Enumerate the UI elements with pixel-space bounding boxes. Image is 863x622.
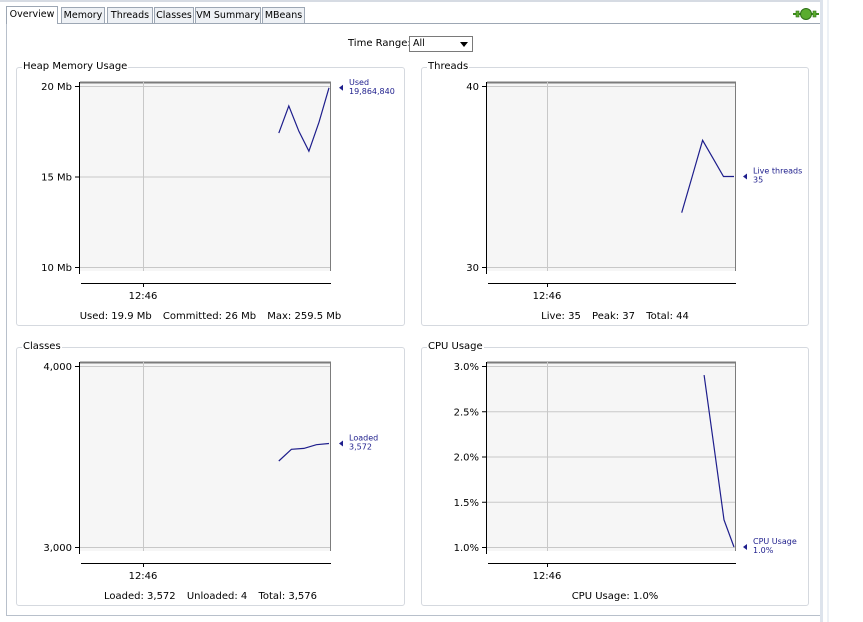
series-name-label: Live threads xyxy=(753,167,802,176)
series-name-label: Loaded xyxy=(349,433,378,442)
series-value-label: 35 xyxy=(753,176,763,185)
tab-threads[interactable]: Threads xyxy=(107,7,153,23)
series-end-marker xyxy=(339,440,343,447)
series-end-marker xyxy=(339,84,343,91)
cpu-usage-footer: CPU Usage: 1.0% xyxy=(422,591,808,602)
y-tick-label: 1.5% xyxy=(454,498,479,509)
series-end-marker xyxy=(743,173,747,180)
series-end-marker xyxy=(743,544,747,550)
heap-memory-chart: 12:46 10 Mb 15 Mb 20 Mb Used19,864,840 xyxy=(41,78,395,302)
y-tick-label: 2.5% xyxy=(454,407,479,418)
tab-memory[interactable]: Memory xyxy=(61,7,105,23)
y-tick-label: 2.0% xyxy=(454,453,479,464)
heap-used-stat: Used: 19.9 Mb xyxy=(79,311,152,322)
time-range-value: All xyxy=(413,38,425,49)
connection-status-icon[interactable] xyxy=(793,7,819,21)
classes-chart: 12:46 3,000 4,000 Loaded3,572 xyxy=(43,361,378,582)
series-value-label: 19,864,840 xyxy=(349,87,395,96)
classes-unloaded-stat: Unloaded: 4 xyxy=(186,591,248,602)
threads-panel: Threads 12:46 30 40 Live threads 35 Live: 35… xyxy=(421,61,809,326)
tab-classes[interactable]: Classes xyxy=(154,7,194,23)
plot-area xyxy=(80,362,331,551)
y-tick-label: 20 Mb xyxy=(41,82,72,93)
window-frame-top xyxy=(0,0,820,2)
heap-committed-stat: Committed: 26 Mb xyxy=(162,311,257,322)
threads-footer: Live: 35 Peak: 37 Total: 44 xyxy=(422,311,808,322)
heap-memory-footer: Used: 19.9 Mb Committed: 26 Mb Max: 259.… xyxy=(17,311,404,322)
y-tick-label: 4,000 xyxy=(43,362,72,373)
series-value-label: 3,572 xyxy=(349,442,372,451)
threads-chart: 12:46 30 40 Live threads35 xyxy=(466,81,802,302)
y-tick-label: 10 Mb xyxy=(41,263,72,274)
classes-footer: Loaded: 3,572 Unloaded: 4 Total: 3,576 xyxy=(17,591,404,602)
chevron-down-icon xyxy=(460,42,468,47)
y-tick-label: 1.0% xyxy=(454,543,479,554)
series-name-label: Used xyxy=(349,78,369,87)
cpu-usage-panel: CPU Usage 12:46 1.0% 1.5% 2.0% 2.5% 3.0% CPU U… xyxy=(421,341,809,606)
cpu-usage-stat: CPU Usage: 1.0% xyxy=(571,591,659,602)
classes-panel: Classes 12:46 3,000 4,000 Loaded 3,572 Loade… xyxy=(16,341,405,606)
y-tick-label: 40 xyxy=(466,82,479,93)
series-value-label: 1.0% xyxy=(753,546,774,555)
y-tick-label: 3.0% xyxy=(454,362,479,373)
series-name-label: CPU Usage xyxy=(753,537,797,546)
window-frame-right xyxy=(820,0,823,622)
plot-area xyxy=(487,82,736,271)
time-range-label: Time Range: xyxy=(348,38,411,49)
threads-live-stat: Live: 35 xyxy=(541,311,581,322)
time-range-select[interactable]: All xyxy=(409,36,473,52)
heap-max-stat: Max: 259.5 Mb xyxy=(267,311,342,322)
x-tick-label: 12:46 xyxy=(129,571,158,582)
threads-peak-stat: Peak: 37 xyxy=(592,311,636,322)
x-tick-label: 12:46 xyxy=(533,571,562,582)
y-tick-label: 3,000 xyxy=(43,543,72,554)
y-tick-label: 30 xyxy=(466,263,479,274)
tab-overview[interactable]: Overview xyxy=(6,6,58,24)
y-tick-label: 15 Mb xyxy=(41,173,72,184)
heap-memory-panel: Heap Memory Usage 12:46 10 Mb 15 Mb 20 Mb Us… xyxy=(16,61,405,326)
x-tick-label: 12:46 xyxy=(129,291,158,302)
classes-total-stat: Total: 3,576 xyxy=(258,591,318,602)
threads-total-stat: Total: 44 xyxy=(646,311,689,322)
cpu-usage-chart: 12:461.0%1.5%2.0%2.5%3.0%CPU Usage1.0% xyxy=(454,361,797,582)
tab-mbeans[interactable]: MBeans xyxy=(262,7,305,23)
x-tick-label: 12:46 xyxy=(533,291,562,302)
window-frame-edge xyxy=(827,0,829,622)
tab-vm-summary[interactable]: VM Summary xyxy=(195,7,261,23)
classes-loaded-stat: Loaded: 3,572 xyxy=(103,591,176,602)
